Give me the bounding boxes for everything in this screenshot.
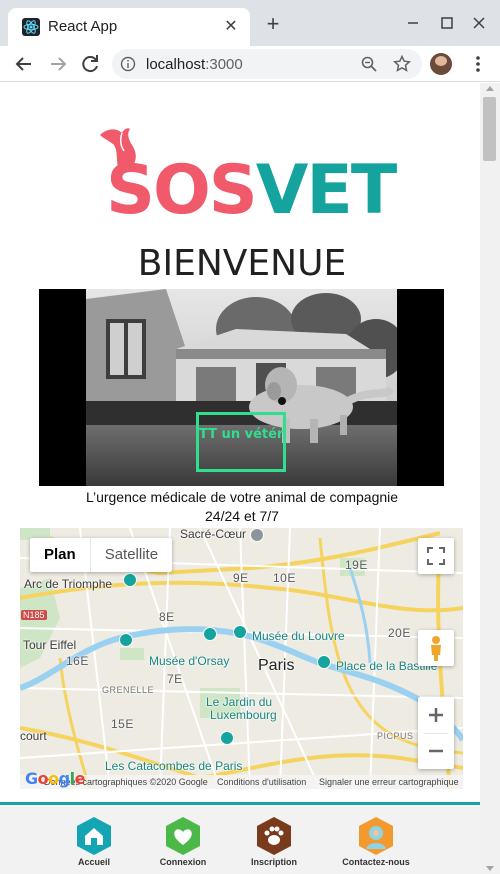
nav-item-contact[interactable]: Contactez-nous (336, 816, 416, 867)
browser-tab-strip: React App ✕ + (0, 0, 500, 46)
map-type-plan-button[interactable]: Plan (30, 538, 91, 572)
map-footer: Données cartographiques ©2020 Google Con… (20, 775, 463, 789)
browser-tab[interactable]: React App ✕ (8, 8, 250, 46)
paw-icon (254, 816, 294, 856)
bottom-navigation: Accueil Connexion Inscription Contactez-… (0, 802, 480, 874)
forward-icon[interactable] (46, 52, 70, 76)
map-terms-link[interactable]: Conditions d'utilisation (217, 775, 306, 789)
street-view-pegman-icon[interactable] (418, 630, 454, 666)
nav-item-register[interactable]: Inscription (234, 816, 314, 867)
museum-icon (233, 625, 247, 639)
map-label-20e: 20E (388, 626, 411, 640)
zoom-icon[interactable] (360, 55, 378, 73)
map-label-orsay: Musée d'Orsay (149, 654, 230, 668)
close-window-icon[interactable] (468, 12, 490, 34)
map-label-7e: 7E (167, 672, 183, 686)
react-icon (22, 18, 40, 36)
nav-item-home[interactable]: Accueil (54, 816, 134, 867)
minimize-icon[interactable] (402, 12, 424, 34)
heart-paw-icon (163, 816, 203, 856)
scroll-down-arrow-icon[interactable] (486, 866, 494, 871)
google-map[interactable]: Sacré-Cœur N185 Arc de Triomphe 9E 10E 1… (20, 528, 463, 789)
map-label-court: court (20, 729, 47, 743)
tagline: L’urgence médicale de votre animal de co… (0, 488, 484, 526)
page-scrollbar[interactable] (480, 83, 500, 874)
video-player[interactable]: TT un vétér ne de chez (39, 289, 444, 486)
tagline-line1: L’urgence médicale de votre animal de co… (85, 489, 399, 505)
map-label-10e: 10E (273, 571, 296, 585)
page-viewport: SOSVET BIENVENUE TT un vétér L’urgence m… (0, 83, 500, 874)
scroll-up-arrow-icon[interactable] (486, 86, 494, 91)
address-bar[interactable]: localhost:3000 (112, 49, 422, 79)
landmark-icon (250, 528, 264, 542)
logo-text: SOSVET (106, 151, 397, 230)
sosvet-logo: SOSVET (98, 125, 397, 225)
map-label-tour-eiffel: Tour Eiffel (23, 638, 77, 652)
camera-icon (317, 655, 331, 669)
catacombes-icon (220, 731, 234, 745)
map-label-8e: 8E (159, 610, 175, 624)
museum-icon (203, 627, 217, 641)
more-menu-icon[interactable] (468, 54, 488, 74)
profile-avatar[interactable] (430, 53, 452, 75)
map-label-paris: Paris (258, 657, 295, 674)
tab-title: React App (48, 18, 118, 35)
close-tab-icon[interactable]: ✕ (220, 16, 242, 38)
zoom-in-icon[interactable] (418, 697, 454, 733)
map-label-grenelle: GRENELLE (102, 685, 155, 695)
zoom-out-icon[interactable] (418, 733, 454, 769)
map-label-catacombes: Les Catacombes de Paris (105, 759, 243, 773)
map-label-9e: 9E (233, 571, 249, 585)
nav-label-register: Inscription (250, 857, 297, 867)
contact-person-icon (356, 816, 396, 856)
map-label-16e: 16E (66, 654, 89, 668)
map-label-15e: 15E (111, 717, 134, 731)
map-report-link[interactable]: Signaler une erreur cartographique (319, 775, 459, 789)
monument-icon (123, 573, 137, 587)
nav-label-home: Accueil (77, 857, 110, 867)
map-label-n185: N185 (21, 610, 47, 620)
map-label-arc: Arc de Triomphe (24, 577, 113, 591)
star-icon[interactable] (392, 54, 412, 74)
tagline-line2: 24/24 et 7/7 (205, 508, 279, 524)
nav-item-login[interactable]: Connexion (143, 816, 223, 867)
google-logo[interactable]: Google (25, 769, 85, 788)
info-icon[interactable] (120, 56, 136, 72)
url-text: localhost:3000 (146, 56, 243, 73)
map-label-louvre: Musée du Louvre (252, 629, 345, 643)
map-label-luxembourg-2: Luxembourg (210, 708, 277, 722)
map-type-satellite-button[interactable]: Satellite (91, 538, 172, 572)
map-label-picpus: PICPUS (377, 731, 414, 741)
video-caption: TT un vétér ne de chez (196, 412, 286, 472)
browser-toolbar: localhost:3000 (0, 46, 500, 82)
reload-icon[interactable] (78, 52, 102, 76)
nav-label-login: Connexion (159, 857, 207, 867)
monument-icon (119, 633, 133, 647)
maximize-icon[interactable] (436, 12, 458, 34)
page-title: BIENVENUE (137, 243, 347, 284)
home-icon (74, 816, 114, 856)
back-icon[interactable] (12, 52, 36, 76)
fullscreen-icon[interactable] (418, 538, 454, 574)
nav-label-contact: Contactez-nous (342, 857, 410, 867)
scrollbar-thumb[interactable] (483, 97, 496, 161)
new-tab-button[interactable]: + (262, 13, 284, 36)
map-label-19e: 19E (345, 558, 368, 572)
map-type-control: Plan Satellite (30, 538, 173, 572)
map-label-sacre-coeur: Sacré-Cœur (180, 528, 247, 541)
map-zoom-control (418, 697, 454, 769)
map-label-luxembourg-1: Le Jardin du (206, 695, 273, 709)
